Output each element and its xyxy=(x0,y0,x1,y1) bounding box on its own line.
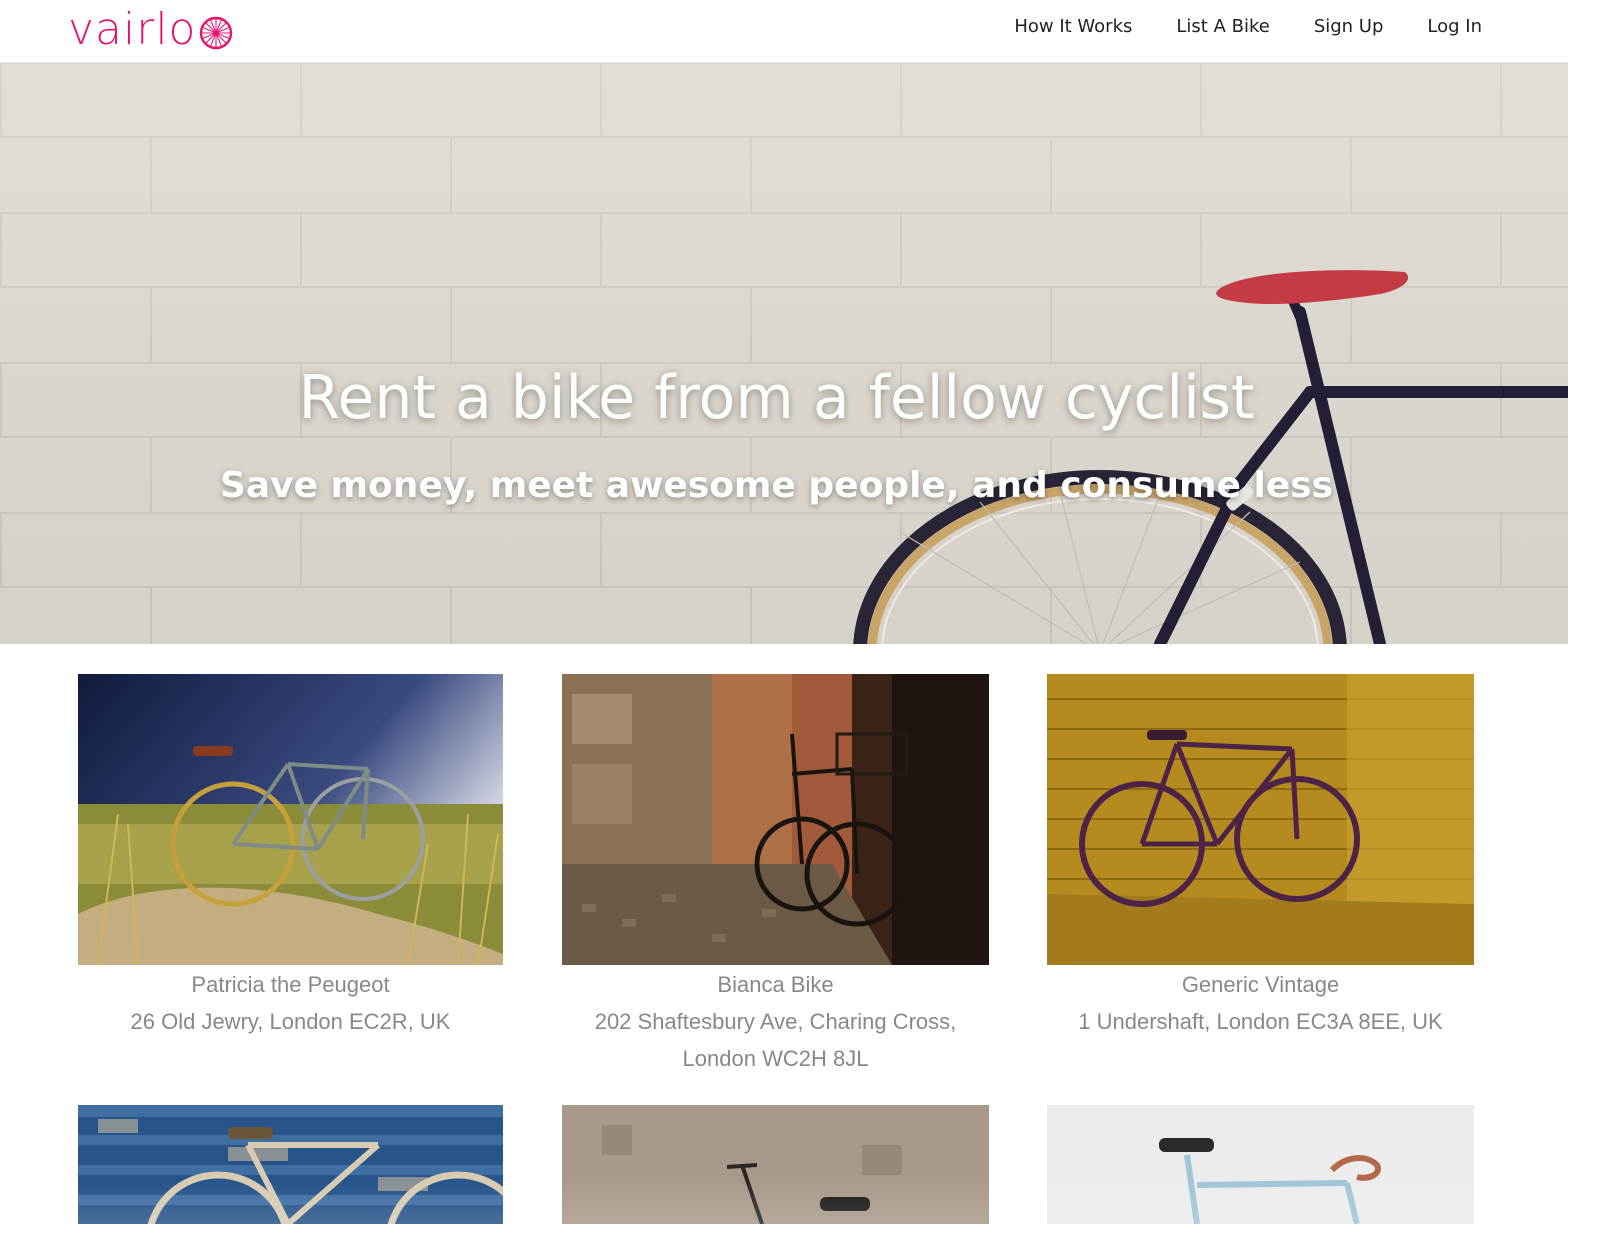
listing-title[interactable]: Bianca Bike xyxy=(562,967,989,1003)
listing-title[interactable]: Generic Vintage xyxy=(1047,967,1474,1003)
listing-card[interactable]: Generic Vintage 1 Undershaft, London EC3… xyxy=(1047,674,1474,1040)
nav-how-it-works[interactable]: How It Works xyxy=(1014,14,1132,40)
vairlo-logo[interactable]: vairlo xyxy=(68,4,234,56)
listing-photo[interactable] xyxy=(78,1105,503,1224)
listing-photo[interactable] xyxy=(562,1105,989,1224)
hero-banner: Rent a bike from a fellow cyclist Save m… xyxy=(0,62,1568,644)
listing-address: 26 Old Jewry, London EC2R, UK xyxy=(130,1009,451,1034)
nav-list-a-bike[interactable]: List A Bike xyxy=(1176,14,1269,40)
nav-log-in[interactable]: Log In xyxy=(1427,14,1482,40)
listing-address: 202 Shaftesbury Ave, Charing Cross, Lond… xyxy=(594,1009,957,1071)
hero-background-image xyxy=(0,62,1568,644)
listing-photo[interactable] xyxy=(1047,674,1474,965)
nav-sign-up[interactable]: Sign Up xyxy=(1314,14,1384,40)
listing-card[interactable] xyxy=(78,1105,503,1224)
listing-card[interactable]: Bianca Bike 202 Shaftesbury Ave, Charing… xyxy=(562,674,989,1077)
listing-card[interactable]: Patricia the Peugeot 26 Old Jewry, Londo… xyxy=(78,674,503,1040)
hero-title: Rent a bike from a fellow cyclist xyxy=(298,363,1255,433)
listing-photo[interactable] xyxy=(78,674,503,965)
logo-text: vairlo xyxy=(68,4,197,55)
bicycle-wheel-icon xyxy=(200,16,233,50)
listing-title[interactable]: Patricia the Peugeot xyxy=(78,967,503,1003)
listing-address: 1 Undershaft, London EC3A 8EE, UK xyxy=(1078,1009,1443,1034)
listing-photo[interactable] xyxy=(1047,1105,1474,1224)
nav-links: How It Works List A Bike Sign Up Log In xyxy=(1014,14,1482,40)
hero-subtitle: Save money, meet awesome people, and con… xyxy=(219,465,1334,506)
listing-photo[interactable] xyxy=(562,674,989,965)
top-navbar: vairlo How It Works List A Bike Sign Up … xyxy=(0,0,1568,63)
listing-card[interactable] xyxy=(1047,1105,1474,1224)
listing-card[interactable] xyxy=(562,1105,989,1224)
